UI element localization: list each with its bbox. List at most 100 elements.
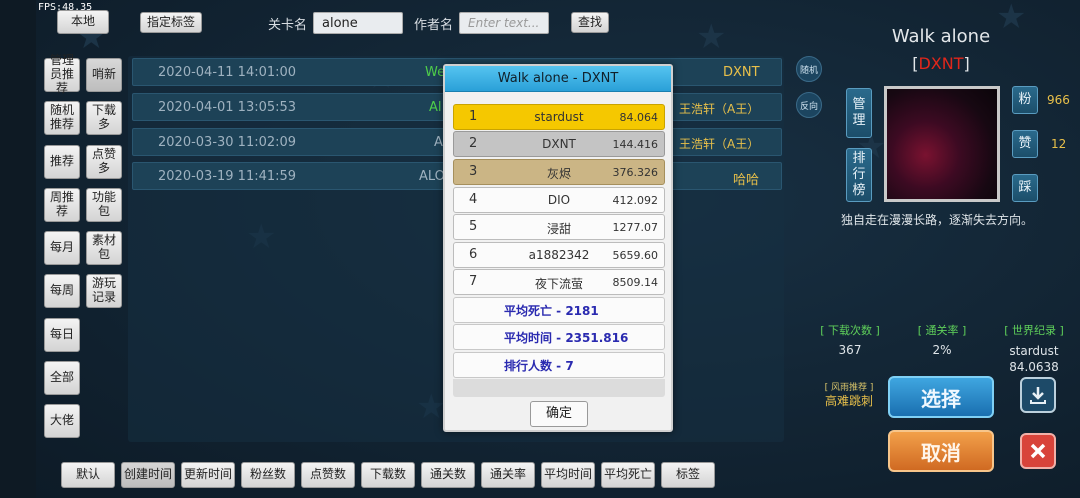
ok-button[interactable]: 确定	[530, 401, 588, 427]
clear-rate-value: 2%	[932, 343, 952, 357]
download-count-value: 367	[838, 343, 862, 357]
rank-number: 7	[469, 274, 478, 289]
rank-number: 2	[469, 136, 478, 151]
rank-number: 6	[469, 247, 478, 262]
close-icon[interactable]	[1020, 433, 1056, 469]
level-author: DXNT	[723, 65, 760, 80]
level-title: Walk alone	[891, 26, 991, 47]
tag-filter-button[interactable]: 指定标签	[140, 12, 202, 33]
nav-monthly[interactable]: 每月	[44, 231, 80, 265]
level-author: 王浩轩（A王）	[679, 137, 760, 151]
level-author: 王浩轩（A王）	[679, 102, 760, 116]
author-name-input[interactable]: Enter text...	[459, 12, 549, 34]
nav-all[interactable]: 全部	[44, 361, 80, 395]
dislike-button[interactable]: 踩	[1012, 174, 1038, 202]
nav-most-likes[interactable]: 点赞多	[86, 145, 122, 179]
nav-function-pack[interactable]: 功能包	[86, 188, 122, 222]
rank-number: 4	[469, 192, 478, 207]
random-icon[interactable]: 随机	[796, 56, 822, 82]
level-description: 独自走在漫漫长路，逐渐失去方向。	[840, 213, 1033, 227]
sort-avg-time[interactable]: 平均时间	[541, 462, 595, 488]
level-date: 2020-03-30 11:02:09	[158, 135, 297, 150]
fans-button[interactable]: 粉	[1012, 86, 1038, 114]
nav-weekly[interactable]: 每周	[44, 274, 80, 308]
level-thumbnail	[884, 86, 1000, 202]
dialog-title: Walk alone - DXNT	[445, 66, 671, 92]
player-time: 8509.14	[612, 276, 659, 289]
cancel-button[interactable]: 取消	[888, 430, 994, 472]
leaderboard-row: 5 浸甜 1277.07	[453, 214, 665, 240]
level-date: 2020-04-11 14:01:00	[158, 65, 297, 80]
player-time: 376.326	[612, 166, 659, 179]
sort-downloads[interactable]: 下载数	[361, 462, 415, 488]
sort-default[interactable]: 默认	[61, 462, 115, 488]
sort-likes[interactable]: 点赞数	[301, 462, 355, 488]
local-button[interactable]: 本地	[57, 10, 109, 34]
leaderboard-row: 1 stardust 84.064	[453, 104, 665, 130]
level-name: Al	[429, 100, 442, 115]
player-time: 144.416	[612, 138, 659, 151]
rank-number: 1	[469, 109, 478, 124]
level-date: 2020-04-01 13:05:53	[158, 100, 297, 115]
select-button[interactable]: 选择	[888, 376, 994, 418]
leaderboard-row: 6 a1882342 5659.60	[453, 242, 665, 268]
nav-asset-pack[interactable]: 素材包	[86, 231, 122, 265]
level-name: ALO	[419, 169, 445, 184]
nav-recommend[interactable]: 推荐	[44, 145, 80, 179]
player-name: DIO	[547, 193, 571, 207]
leaderboard-dialog: Walk alone - DXNT 1 stardust 84.064 2 DX…	[443, 64, 673, 432]
world-record-value: stardust 84.0638	[1009, 344, 1059, 375]
level-name-input[interactable]: alone	[313, 12, 403, 34]
leaderboard-row: 7 夜下流萤 8509.14	[453, 269, 665, 295]
player-time: 5659.60	[612, 249, 659, 262]
search-button[interactable]: 查找	[571, 12, 609, 33]
sort-create-time[interactable]: 创建时间	[121, 462, 175, 488]
rank-number: 3	[469, 164, 478, 179]
level-name-label: 关卡名	[268, 18, 308, 33]
manage-button[interactable]: 管理	[846, 88, 872, 138]
player-name: a1882342	[528, 248, 590, 262]
player-name: stardust	[534, 110, 584, 124]
clear-rate-label: [ 通关率 ]	[917, 324, 967, 337]
average-deaths: 平均死亡 - 2181	[453, 297, 665, 323]
player-time: 1277.07	[612, 221, 659, 234]
author-name-label: 作者名	[414, 18, 454, 33]
download-count-label: [ 下载次数 ]	[820, 324, 880, 337]
nav-weekly-recommend[interactable]: 周推荐	[44, 188, 80, 222]
rank-number: 5	[469, 219, 478, 234]
star-decoration: ★	[696, 17, 727, 57]
level-author-display: [DXNT]	[912, 54, 970, 73]
leaderboard-button[interactable]: 排行榜	[846, 148, 872, 202]
world-record-label: [ 世界纪录 ]	[1004, 324, 1064, 337]
ranked-player-count: 排行人数 - 7	[453, 352, 665, 378]
level-author: 哈哈	[733, 173, 760, 188]
download-arrow-icon	[1030, 387, 1046, 404]
leaderboard-row: 4 DIO 412.092	[453, 187, 665, 213]
nav-most-downloads[interactable]: 下载多	[86, 101, 122, 135]
fps-counter: FPS:48.35	[38, 2, 93, 13]
download-icon[interactable]	[1020, 377, 1056, 413]
sort-fans[interactable]: 粉丝数	[241, 462, 295, 488]
player-time: 84.064	[619, 111, 659, 124]
player-name: 夜下流萤	[534, 277, 583, 291]
player-name: 浸甜	[546, 222, 571, 236]
nav-newest[interactable]: 哨新	[86, 58, 122, 92]
nav-daily[interactable]: 每日	[44, 318, 80, 352]
player-name: DXNT	[542, 137, 576, 151]
level-name: A	[434, 135, 443, 150]
sort-avg-death[interactable]: 平均死亡	[601, 462, 655, 488]
nav-admin-recommend[interactable]: 管理员推荐	[44, 53, 80, 95]
nav-random-recommend[interactable]: 随机推荐	[44, 101, 80, 135]
dialog-list-footer	[453, 379, 665, 397]
average-time: 平均时间 - 2351.816	[453, 324, 665, 350]
sort-tags[interactable]: 标签	[661, 462, 715, 488]
sort-clears[interactable]: 通关数	[421, 462, 475, 488]
nav-play-history[interactable]: 游玩记录	[86, 274, 122, 308]
like-count: 12	[1051, 137, 1067, 151]
nav-experts[interactable]: 大佬	[44, 404, 80, 438]
reverse-icon[interactable]: 反向	[796, 92, 822, 118]
x-icon	[1030, 443, 1046, 459]
sort-update-time[interactable]: 更新时间	[181, 462, 235, 488]
sort-clear-rate[interactable]: 通关率	[481, 462, 535, 488]
like-button[interactable]: 赞	[1012, 130, 1038, 158]
